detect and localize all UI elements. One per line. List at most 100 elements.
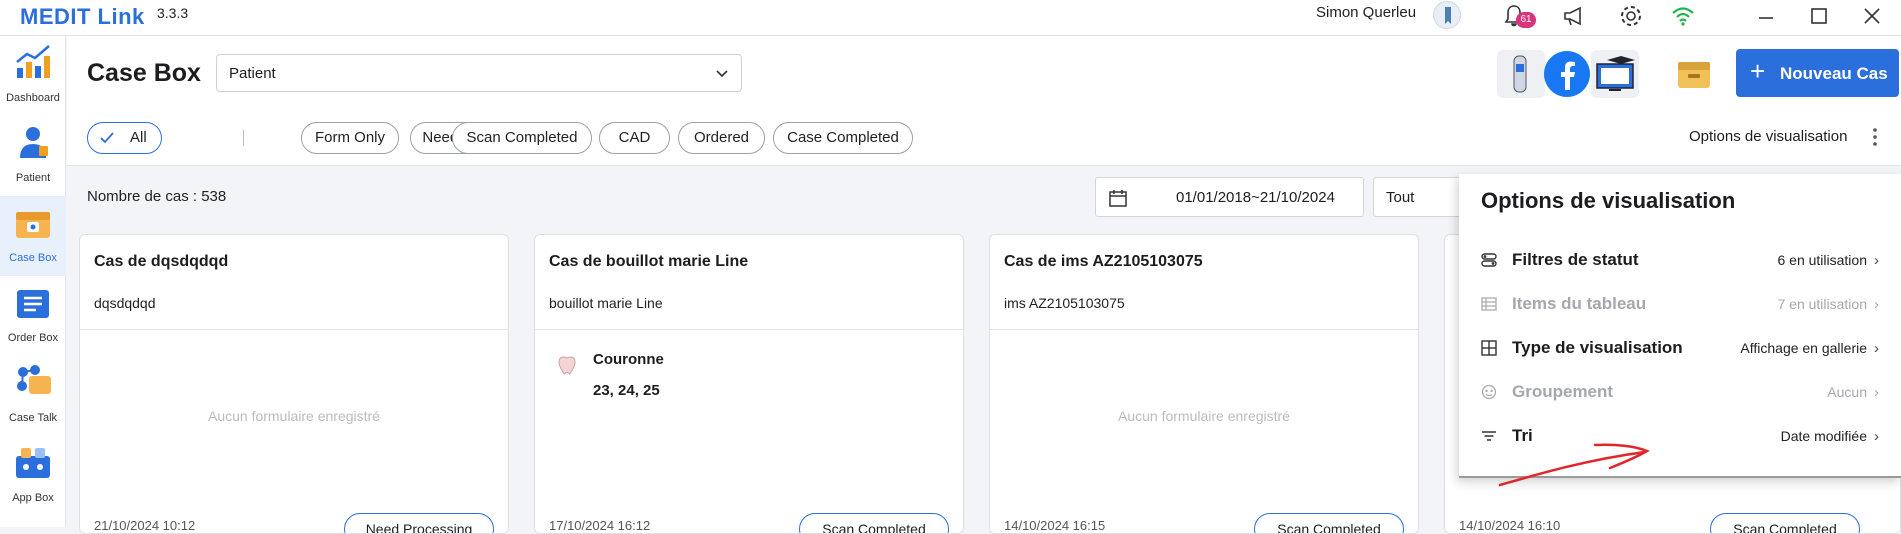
sidebar-item-patient[interactable]: Patient: [0, 116, 66, 196]
form-teeth: 23, 24, 25: [593, 382, 660, 399]
notification-badge: 61: [1516, 12, 1536, 28]
more-vertical-icon[interactable]: [1872, 126, 1878, 148]
sidebar-item-case-talk[interactable]: Case Talk: [0, 356, 66, 436]
status-filter-select[interactable]: Tout: [1373, 177, 1473, 217]
patient-name: ims AZ2105103075: [1004, 295, 1125, 311]
status-badge[interactable]: Need Processing: [344, 513, 494, 533]
megaphone-icon[interactable]: [1561, 3, 1587, 29]
option-status-filters[interactable]: Filtres de statut 6 en utilisation ›: [1459, 240, 1901, 280]
status-badge[interactable]: Scan Completed: [799, 513, 949, 533]
app-box-icon: [16, 448, 50, 478]
case-title: Cas de bouillot marie Line: [549, 253, 749, 270]
avatar[interactable]: [1433, 1, 1461, 29]
search-type-select[interactable]: Patient: [216, 54, 742, 92]
sidebar-item-label: Patient: [15, 172, 51, 184]
patient-icon: [20, 127, 48, 158]
title-bar: MEDIT Link 3.3.3 Simon Querleu 61: [0, 0, 1901, 36]
date-range-picker[interactable]: 01/01/2018~21/10/2024: [1095, 177, 1364, 217]
filter-chip-cad[interactable]: CAD: [599, 122, 670, 154]
close-icon[interactable]: [1859, 3, 1885, 29]
option-value: Affichage en gallerie: [1740, 340, 1867, 356]
case-date: 21/10/2024 10:12: [94, 518, 196, 533]
sidebar-item-app-box[interactable]: App Box: [0, 436, 66, 516]
option-label: Filtres de statut: [1512, 250, 1639, 269]
maximize-icon[interactable]: [1806, 3, 1832, 29]
gear-icon[interactable]: [1618, 3, 1644, 29]
case-count: Nombre de cas : 538: [87, 188, 227, 205]
plus-icon: +: [1750, 56, 1766, 86]
sidebar-item-dashboard[interactable]: Dashboard: [0, 36, 66, 116]
case-date: 14/10/2024 16:10: [1459, 518, 1561, 533]
case-title: Cas de dqsdqdqd: [94, 253, 229, 270]
option-value: Date modifiée: [1780, 428, 1867, 444]
filter-chip-form-only[interactable]: Form Only: [301, 122, 399, 154]
chevron-down-icon: [716, 70, 728, 78]
check-icon: [100, 132, 114, 144]
option-value: 7 en utilisation: [1777, 296, 1867, 312]
filter-chip-label: All: [130, 129, 147, 146]
wifi-icon: [1672, 7, 1694, 26]
option-grouping: Groupement Aucun ›: [1459, 372, 1901, 412]
box-app-icon[interactable]: [1670, 50, 1718, 98]
status-badge[interactable]: Scan Completed: [1254, 513, 1404, 533]
grid-icon: [1481, 340, 1497, 356]
case-card[interactable]: Cas de dqsdqdqd dqsdqdqd Aucun formulair…: [79, 234, 509, 534]
sidebar-item-label: App Box: [12, 492, 54, 504]
filter-chip-all[interactable]: All: [87, 122, 162, 154]
graduation-monitor-icon: [1596, 56, 1635, 91]
academy-app-icon[interactable]: [1591, 50, 1639, 98]
filter-chip-case-completed[interactable]: Case Completed: [773, 122, 913, 154]
option-label: Groupement: [1512, 382, 1614, 401]
new-case-button[interactable]: + Nouveau Cas: [1736, 49, 1899, 97]
scanner-app-icon[interactable]: [1497, 50, 1545, 98]
facebook-icon: [1544, 51, 1590, 97]
option-value: Aucun: [1827, 384, 1867, 400]
app-version: 3.3.3: [157, 5, 189, 21]
toggle-list-icon: [1481, 253, 1497, 267]
facebook-app-icon[interactable]: [1543, 50, 1591, 98]
case-date: 17/10/2024 16:12: [549, 518, 651, 533]
sidebar-item-label: Order Box: [7, 332, 59, 344]
app-logo: MEDIT Link: [20, 4, 145, 29]
annotation-arrow: [1498, 443, 1650, 487]
sidebar-item-label: Case Box: [9, 252, 57, 264]
empty-forms-message: Aucun formulaire enregistré: [208, 408, 380, 424]
option-view-type[interactable]: Type de visualisation Affichage en galle…: [1459, 328, 1901, 368]
date-range-value: 01/01/2018~21/10/2024: [1176, 189, 1335, 206]
status-filter-value: Tout: [1386, 189, 1415, 206]
sidebar-item-label: Dashboard: [6, 92, 60, 104]
option-value: 6 en utilisation: [1777, 252, 1867, 268]
filter-divider: [243, 130, 244, 146]
scanner-icon: [1513, 55, 1527, 93]
new-case-label: Nouveau Cas: [1780, 64, 1888, 83]
panel-title: Options de visualisation: [1481, 188, 1736, 213]
page-header: Case Box Patient + Nouveau Cas All Form …: [67, 36, 1901, 166]
sidebar-item-case-box[interactable]: Case Box: [0, 196, 66, 276]
chevron-right-icon: ›: [1874, 384, 1879, 401]
chevron-right-icon: ›: [1874, 428, 1879, 445]
view-options-panel: Options de visualisation Filtres de stat…: [1459, 174, 1901, 478]
chevron-right-icon: ›: [1874, 340, 1879, 357]
order-box-icon: [17, 290, 49, 318]
group-icon: [1481, 384, 1497, 400]
sidebar-item-order-box[interactable]: Order Box: [0, 276, 66, 356]
case-card[interactable]: Cas de bouillot marie Line bouillot mari…: [534, 234, 964, 534]
case-date: 14/10/2024 16:15: [1004, 518, 1106, 533]
option-table-items: Items du tableau 7 en utilisation ›: [1459, 284, 1901, 324]
user-name[interactable]: Simon Querleu: [1316, 4, 1416, 21]
filter-chip-ordered[interactable]: Ordered: [678, 122, 765, 154]
search-type-value: Patient: [229, 65, 276, 82]
case-card[interactable]: Cas de ims AZ2105103075 ims AZ2105103075…: [989, 234, 1419, 534]
option-label: Type de visualisation: [1512, 338, 1683, 357]
status-badge[interactable]: Scan Completed: [1710, 513, 1860, 533]
card-divider: [535, 329, 963, 330]
dashboard-icon: [16, 45, 50, 78]
card-divider: [80, 329, 508, 330]
case-box-icon: [16, 212, 50, 238]
view-options-link[interactable]: Options de visualisation: [1689, 128, 1847, 145]
patient-name: dqsdqdqd: [94, 295, 156, 311]
option-label: Items du tableau: [1512, 294, 1647, 313]
empty-forms-message: Aucun formulaire enregistré: [1118, 408, 1290, 424]
filter-chip-scan-completed[interactable]: Scan Completed: [452, 122, 592, 154]
minimize-icon[interactable]: [1753, 3, 1779, 29]
